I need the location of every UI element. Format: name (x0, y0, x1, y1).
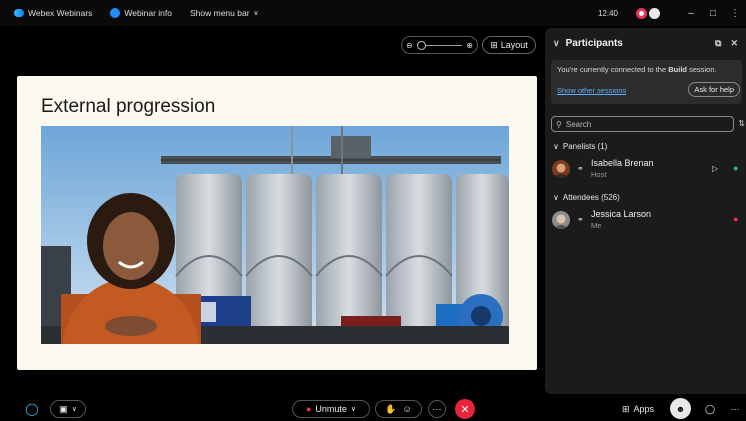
slide-title: External progression (41, 96, 216, 117)
webinar-info-label: Webinar info (124, 8, 172, 18)
participants-toggle-button[interactable]: ☻ (670, 398, 691, 419)
show-menu-bar-label: Show menu bar (190, 8, 250, 18)
slide-photo (41, 126, 509, 344)
zoom-in-icon[interactable]: ⊕ (466, 41, 473, 50)
close-window-button[interactable]: ⋮ (724, 8, 746, 19)
participants-panel: ∨ Participants ⧉ ✕ You're currently conn… (545, 28, 746, 394)
headset-icon: ⚭ (577, 164, 584, 173)
participant-row[interactable]: ⚭ Jessica Larson Me ● (545, 208, 746, 234)
layout-label: Layout (500, 40, 528, 50)
banner-prefix: You're currently connected to the (557, 65, 669, 74)
ask-for-help-button[interactable]: Ask for help (688, 82, 740, 97)
participants-header: ∨ Participants ⧉ ✕ (545, 28, 746, 58)
participant-role: Me (591, 221, 602, 230)
emoji-icon[interactable]: ☺ (403, 404, 412, 414)
reactions-group: ✋ ☺ (375, 400, 422, 418)
layout-button[interactable]: ⊞ Layout (482, 36, 536, 54)
chevron-down-icon: ∨ (253, 10, 259, 17)
muted-microphone-icon: ● (305, 404, 312, 414)
camera-icon: ▷ (712, 164, 719, 173)
more-icon[interactable]: ⋯ (728, 400, 742, 418)
minimize-button[interactable]: – (680, 8, 702, 19)
microphone-icon[interactable]: ● (733, 163, 738, 173)
search-icon: ⚲ (556, 119, 562, 129)
shared-slide: External progression (17, 76, 537, 370)
chevron-down-icon: ∨ (71, 406, 77, 413)
app-menu[interactable]: Webex Webinars (14, 8, 92, 18)
maximize-button[interactable]: □ (702, 8, 724, 19)
attendees-section-header[interactable]: ∨ Attendees (526) (553, 193, 746, 202)
industrial-silos-image (41, 126, 509, 344)
chat-options-button[interactable]: ▣ ∨ (50, 400, 86, 418)
sort-icon[interactable]: ⇅ (738, 119, 745, 128)
webex-logo-icon (14, 9, 24, 17)
participant-name: Isabella Brenan (591, 158, 654, 168)
banner-suffix: session. (686, 65, 717, 74)
participant-name: Jessica Larson (591, 209, 652, 219)
apps-label: Apps (633, 404, 655, 414)
unmute-button[interactable]: ● Unmute ∨ (292, 400, 370, 418)
chevron-down-icon: ∨ (350, 406, 357, 413)
collapse-chevron-icon[interactable]: ∨ (553, 38, 560, 49)
zoom-slider-handle[interactable] (416, 40, 426, 50)
webex-assistant-icon[interactable]: ◯ (22, 400, 42, 418)
apps-grid-icon: ⊞ (621, 403, 630, 414)
search-placeholder: Search (565, 119, 592, 129)
grid-icon: ⊞ (490, 39, 498, 50)
panelists-section-header[interactable]: ∨ Panelists (1) (553, 142, 746, 151)
more-options-button[interactable]: ⋯ (428, 400, 446, 418)
close-panel-icon[interactable]: ✕ (730, 38, 738, 49)
show-other-sessions-link[interactable]: Show other sessions (557, 86, 626, 95)
participant-search-input[interactable]: ⚲ Search ⇅ (551, 116, 745, 132)
banner-session: Build (668, 65, 687, 74)
leave-meeting-button[interactable]: ✕ (455, 399, 475, 419)
panelists-header-label: Panelists (1) (562, 142, 608, 151)
attendees-header-label: Attendees (526) (562, 193, 620, 202)
chat-bubble-icon: ▣ (59, 403, 68, 414)
avatar (552, 160, 570, 178)
recording-icon[interactable] (636, 7, 647, 19)
pop-out-icon[interactable]: ⧉ (715, 38, 721, 49)
headset-icon: ⚭ (577, 215, 584, 224)
info-icon (110, 8, 121, 18)
avatar (552, 211, 570, 229)
unmute-label: Unmute (315, 404, 347, 414)
chevron-down-icon: ∨ (553, 193, 559, 202)
apps-button[interactable]: ⊞ Apps (618, 400, 658, 418)
ai-assistant-icon[interactable] (649, 7, 660, 19)
webinar-info-button[interactable]: Webinar info (110, 8, 172, 18)
clock: 12:40 (597, 8, 618, 18)
participants-title: Participants (565, 37, 623, 49)
chat-icon[interactable]: ◯ (702, 400, 718, 418)
title-bar: Webex Webinars Webinar info Show menu ba… (0, 0, 746, 26)
session-banner: You're currently connected to the Build … (551, 60, 742, 104)
app-name: Webex Webinars (28, 8, 93, 18)
meeting-controls-bar: ◯ ▣ ∨ ● Unmute ∨ ✋ ☺ ⋯ ✕ ⊞ Apps ☻ ◯ ⋯ (0, 396, 746, 421)
raise-hand-icon[interactable]: ✋ (385, 404, 396, 415)
zoom-out-icon[interactable]: ⊖ (406, 41, 413, 50)
zoom-slider[interactable] (416, 40, 463, 50)
chevron-down-icon: ∨ (553, 142, 559, 151)
show-menu-bar-button[interactable]: Show menu bar ∨ (190, 8, 259, 18)
participant-role: Host (591, 170, 607, 179)
muted-microphone-icon[interactable]: ● (733, 214, 738, 224)
zoom-control[interactable]: ⊖ ⊕ (401, 36, 478, 54)
participant-row[interactable]: ⚭ Isabella Brenan Host ▷ ● (545, 157, 746, 183)
